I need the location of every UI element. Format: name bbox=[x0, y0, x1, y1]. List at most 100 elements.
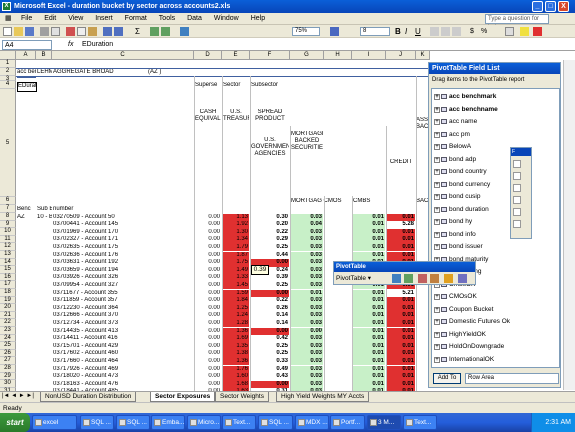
field-item[interactable]: + BelowA bbox=[432, 141, 512, 152]
cmbs-value[interactable]: 0.01 bbox=[353, 312, 385, 320]
mbs-value[interactable]: 0.03 bbox=[291, 274, 323, 282]
fx-icon[interactable]: fx bbox=[68, 39, 73, 51]
cmbs-value[interactable]: 0.01 bbox=[353, 357, 385, 366]
expand-icon[interactable]: + bbox=[434, 94, 440, 100]
menu-data[interactable]: Data bbox=[182, 13, 207, 25]
cut-icon[interactable] bbox=[66, 27, 75, 36]
treasury-value[interactable]: 1.45 bbox=[223, 281, 249, 290]
cash-value[interactable]: 0.00 bbox=[195, 320, 221, 328]
cash-value[interactable]: 0.00 bbox=[195, 221, 221, 229]
menu-file[interactable]: File bbox=[16, 13, 37, 25]
cmbs-value[interactable]: 0.01 bbox=[353, 304, 385, 313]
mbs-value[interactable]: 0.03 bbox=[291, 243, 323, 252]
credit-value[interactable]: 0.01 bbox=[387, 297, 415, 305]
treasury-value[interactable]: 1.84 bbox=[223, 297, 249, 305]
treasury-value[interactable]: 1.87 bbox=[223, 251, 249, 259]
treasury-value[interactable]: 1.28 bbox=[223, 319, 249, 328]
taskbar-button[interactable]: MDX ... bbox=[295, 415, 329, 430]
row-header[interactable]: 26 bbox=[0, 349, 16, 358]
chart-wizard-icon[interactable] bbox=[404, 274, 413, 283]
chart-wizard-icon[interactable] bbox=[180, 27, 189, 36]
cmbs-value[interactable]: 0.01 bbox=[353, 335, 385, 343]
row-header[interactable]: 15 bbox=[0, 266, 16, 274]
header-credit[interactable]: CREDIT bbox=[387, 159, 415, 167]
row-header[interactable]: 27 bbox=[0, 357, 16, 365]
field-item[interactable]: + acc pm bbox=[432, 129, 512, 140]
spread-value[interactable]: 0.00 bbox=[251, 380, 289, 389]
header-spread-product[interactable]: SPREAD PRODUCT bbox=[251, 109, 289, 131]
credit-value[interactable]: 0.01 bbox=[387, 213, 415, 221]
refresh-icon[interactable] bbox=[444, 274, 453, 283]
taskbar-button[interactable]: Emba... bbox=[151, 415, 185, 430]
expand-icon[interactable]: + bbox=[434, 356, 440, 363]
account-cell[interactable]: 03715701 - Account 429 bbox=[53, 343, 193, 351]
mbs-value[interactable]: 0.03 bbox=[291, 281, 323, 290]
spread-value[interactable]: 0.44 bbox=[251, 252, 289, 260]
name-box[interactable]: A4 bbox=[2, 40, 52, 50]
field-item[interactable]: + bond issuer bbox=[432, 241, 512, 252]
mbs-value[interactable]: 0.03 bbox=[291, 380, 323, 389]
account-cell[interactable]: 03717602 - Account 460 bbox=[53, 350, 193, 358]
pivottable-toolbar-title[interactable]: PivotTable bbox=[334, 262, 475, 272]
account-cell[interactable]: 03717660 - Account 464 bbox=[53, 358, 193, 366]
area-select[interactable]: Row Area bbox=[465, 373, 559, 384]
taskbar-button[interactable]: Portf... bbox=[330, 415, 365, 430]
cmbs-value[interactable]: 0.01 bbox=[353, 251, 385, 259]
select-all-corner[interactable] bbox=[0, 51, 16, 60]
row-header[interactable]: 5 bbox=[0, 89, 16, 197]
row-header[interactable]: 16 bbox=[0, 273, 16, 282]
preview-icon[interactable] bbox=[51, 27, 60, 36]
expand-icon[interactable]: + bbox=[434, 194, 440, 200]
account-cell[interactable]: 03709954 - Account 327 bbox=[53, 282, 193, 290]
account-cell[interactable]: 03712666 - Account 370 bbox=[53, 312, 193, 320]
credit-value[interactable]: 0.01 bbox=[387, 335, 415, 343]
field-settings-icon[interactable] bbox=[458, 274, 467, 283]
cell-f4[interactable]: Subsector bbox=[251, 82, 289, 90]
expand-icon[interactable]: + bbox=[434, 244, 440, 250]
cash-value[interactable]: 0.00 bbox=[195, 335, 221, 343]
account-cell[interactable]: 03718163 - Account 476 bbox=[53, 381, 193, 389]
row-header[interactable]: 17 bbox=[0, 281, 16, 289]
cash-value[interactable]: 0.00 bbox=[195, 328, 221, 336]
row-header[interactable]: 20 bbox=[0, 304, 16, 312]
italic-icon[interactable]: I bbox=[405, 27, 414, 36]
field-item[interactable]: + Domestic Futures Ok bbox=[432, 316, 512, 327]
expand-icon[interactable]: + bbox=[434, 219, 440, 225]
start-button[interactable]: start bbox=[0, 413, 30, 432]
copy-icon[interactable] bbox=[77, 27, 86, 36]
credit-value[interactable]: 0.01 bbox=[387, 342, 415, 351]
taskbar-button[interactable]: SQL ... bbox=[80, 415, 114, 430]
column-header-g[interactable]: G bbox=[290, 51, 324, 60]
cash-value[interactable]: 0.00 bbox=[195, 274, 221, 282]
mbs-value[interactable]: 0.03 bbox=[291, 259, 323, 267]
credit-value[interactable]: 5.21 bbox=[387, 290, 415, 298]
system-tray-clock[interactable]: 2:31 AM bbox=[531, 413, 575, 432]
cell-row6-cmo[interactable]: MORTGAG CMOS bbox=[291, 198, 351, 206]
treasury-value[interactable]: 1.59 bbox=[223, 289, 249, 297]
cash-value[interactable]: 0.00 bbox=[195, 259, 221, 267]
help-icon[interactable] bbox=[330, 27, 339, 36]
row-header[interactable]: 24 bbox=[0, 334, 16, 343]
spread-value[interactable]: 0.14 bbox=[251, 312, 289, 320]
cmbs-value[interactable]: 0.01 bbox=[353, 297, 385, 305]
row-header[interactable]: 28 bbox=[0, 365, 16, 373]
checkbox-tool-icon[interactable] bbox=[513, 184, 521, 192]
spread-value[interactable]: 0.29 bbox=[251, 236, 289, 244]
field-item[interactable]: + InternationalOK bbox=[432, 354, 512, 365]
cell-e4[interactable]: Sector bbox=[223, 82, 249, 90]
mbs-value[interactable]: 0.03 bbox=[291, 228, 323, 237]
treasury-value[interactable]: 1.35 bbox=[223, 342, 249, 351]
column-header-f[interactable]: F bbox=[250, 51, 290, 60]
sort-asc-icon[interactable] bbox=[150, 27, 159, 36]
undo-icon[interactable] bbox=[103, 27, 112, 36]
credit-value[interactable]: 0.01 bbox=[387, 365, 415, 373]
mbs-value[interactable]: 0.03 bbox=[291, 251, 323, 259]
taskbar-button[interactable]: Text... bbox=[222, 415, 256, 430]
header-mortgage-backed[interactable]: MORTGAGE BACKED SECURITIES bbox=[291, 131, 323, 167]
save-icon[interactable] bbox=[25, 27, 34, 36]
menu-insert[interactable]: Insert bbox=[90, 13, 118, 25]
column-header-k[interactable]: K bbox=[416, 51, 430, 60]
cmbs-value[interactable]: 0.01 bbox=[353, 289, 385, 297]
field-item[interactable]: + bond info bbox=[432, 229, 512, 240]
formula-value[interactable]: EDuration bbox=[82, 39, 113, 51]
